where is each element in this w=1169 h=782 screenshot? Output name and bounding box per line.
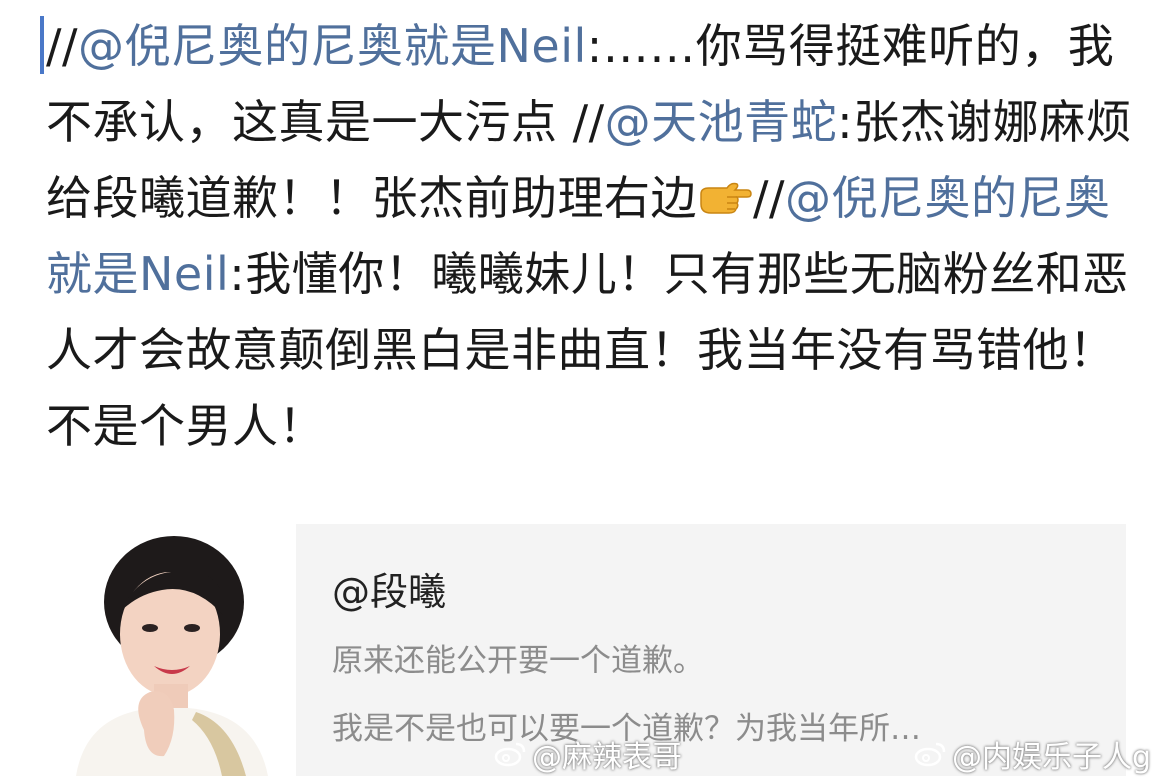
post-text-plain: // [753, 171, 785, 225]
avatar [46, 524, 296, 776]
text-caret [40, 16, 44, 74]
post-body: //@倪尼奥的尼奥就是Neil:……你骂得挺难听的，我不承认，这真是一大污点 /… [40, 8, 1136, 464]
watermark-right-text: @内娱乐子人g [952, 740, 1152, 775]
mention-link-tianchi[interactable]: @天池青蛇 [605, 95, 838, 149]
post-text-plain: // [46, 19, 78, 73]
watermark-right: @内娱乐子人g [914, 732, 1151, 776]
quoted-username[interactable]: @段曦 [332, 564, 1106, 620]
pointing-right-emoji-icon [697, 164, 753, 214]
quoted-text-line-1: 原来还能公开要一个道歉。 [332, 643, 704, 679]
quoted-post-content: @段曦 原来还能公开要一个道歉。 我是不是也可以要一个道歉？为我当年所… [332, 564, 1106, 756]
watermark-left: @麻辣表哥 [494, 732, 682, 776]
weibo-icon [494, 740, 528, 768]
watermark-left-text: @麻辣表哥 [532, 740, 682, 775]
mention-link-neil[interactable]: @倪尼奥的尼奥就是Neil [78, 19, 587, 73]
weibo-icon [914, 740, 948, 768]
